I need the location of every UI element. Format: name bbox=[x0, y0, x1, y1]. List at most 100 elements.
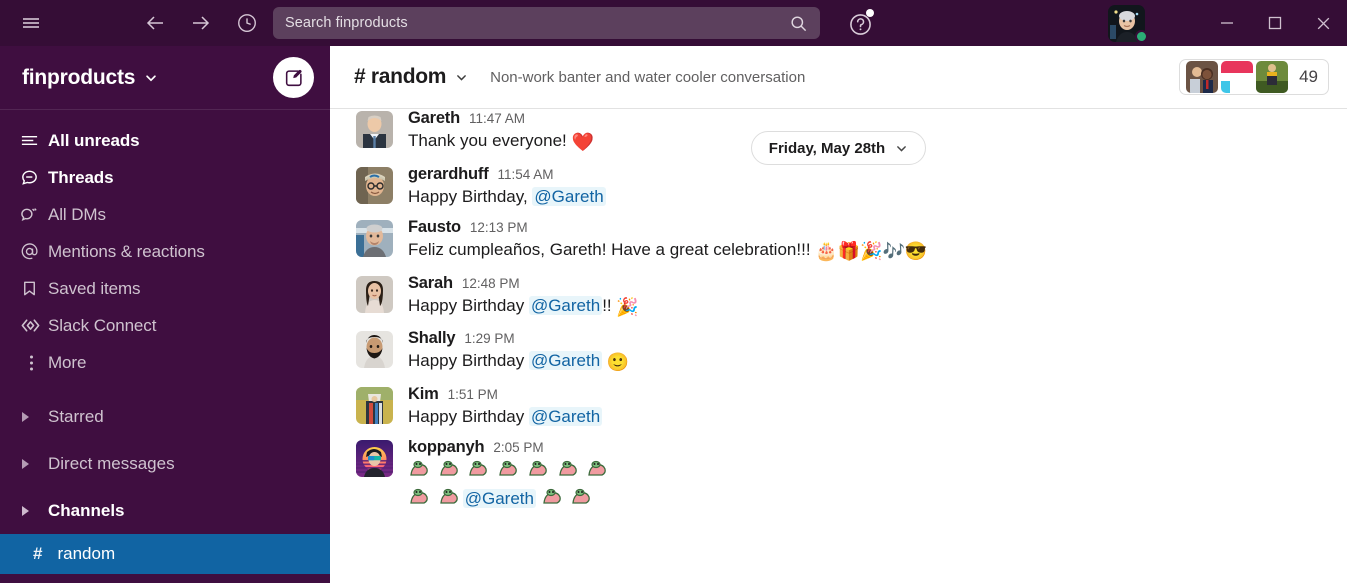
message-author[interactable]: Sarah bbox=[408, 274, 453, 292]
sidebar-section-starred[interactable]: Starred bbox=[0, 393, 330, 440]
sidebar-channel-random[interactable]: # random bbox=[0, 534, 330, 574]
sidebar-channel-label: random bbox=[57, 544, 116, 563]
message-body: Fausto 12:13 PM Feliz cumpleaños, Gareth… bbox=[408, 218, 927, 265]
sidebar-item-all-unreads[interactable]: All unreads bbox=[0, 122, 330, 159]
member-avatar bbox=[1256, 61, 1289, 93]
history-nav-group bbox=[136, 7, 266, 39]
slack-connect-icon bbox=[20, 315, 48, 336]
members-button[interactable]: 49 bbox=[1179, 59, 1329, 95]
custom-emoji bbox=[557, 458, 579, 480]
maximize-button[interactable] bbox=[1251, 0, 1299, 46]
custom-emoji bbox=[438, 458, 460, 480]
message-body: Sarah 12:48 PM Happy Birthday @Gareth!! … bbox=[408, 274, 639, 321]
message-text-content: Happy Birthday, bbox=[408, 186, 533, 206]
message-timestamp[interactable]: 1:29 PM bbox=[464, 331, 514, 347]
message-timestamp[interactable]: 1:51 PM bbox=[448, 387, 498, 403]
message-meta: gerardhuff 11:54 AM bbox=[408, 165, 606, 183]
minimize-button[interactable] bbox=[1203, 0, 1251, 46]
message-timestamp[interactable]: 12:48 PM bbox=[462, 276, 520, 292]
message-text-content: Thank you everyone! bbox=[408, 131, 572, 151]
sidebar-item-more[interactable]: More bbox=[0, 344, 330, 381]
sidebar-section-channels[interactable]: Channels bbox=[0, 487, 330, 534]
hamburger-icon[interactable] bbox=[12, 7, 50, 39]
message-author[interactable]: koppanyh bbox=[408, 438, 485, 456]
workspace-header[interactable]: finproducts bbox=[0, 46, 330, 110]
message-timestamp[interactable]: 11:54 AM bbox=[498, 167, 554, 183]
unreads-icon bbox=[20, 131, 48, 150]
message-timestamp[interactable]: 2:05 PM bbox=[493, 440, 543, 456]
message-body: koppanyh 2:05 PM @Gareth bbox=[408, 438, 611, 510]
chevron-down-icon bbox=[144, 71, 158, 85]
message-avatar[interactable] bbox=[356, 275, 393, 313]
clock-icon[interactable] bbox=[228, 7, 266, 39]
message-meta: Fausto 12:13 PM bbox=[408, 218, 927, 236]
message-text-suffix: !! bbox=[602, 295, 617, 315]
app-body: finproducts All unreads Threads All DMs … bbox=[0, 46, 1347, 583]
channel-topic[interactable]: Non-work banter and water cooler convers… bbox=[490, 69, 805, 86]
chevron-down-icon[interactable] bbox=[455, 71, 468, 84]
date-divider-label: Friday, May 28th bbox=[768, 139, 886, 157]
message-author[interactable]: Kim bbox=[408, 385, 439, 403]
message-avatar[interactable] bbox=[356, 111, 393, 148]
message-timestamp[interactable]: 11:47 AM bbox=[469, 111, 525, 127]
message-text-line2: @Gareth bbox=[408, 486, 611, 511]
message-avatar[interactable] bbox=[356, 219, 393, 257]
message-text bbox=[408, 458, 611, 483]
hash-icon: # bbox=[33, 544, 43, 563]
message-row: Shally 1:29 PM Happy Birthday @Gareth 🙂 bbox=[330, 325, 1347, 381]
message-body: Gareth 11:47 AM Thank you everyone! ❤️ bbox=[408, 109, 594, 156]
custom-emoji bbox=[527, 458, 549, 480]
help-button[interactable] bbox=[845, 9, 875, 39]
message-text: Thank you everyone! ❤️ bbox=[408, 129, 594, 156]
smiley-emoji: 🙂 bbox=[606, 352, 630, 373]
threads-icon bbox=[20, 168, 48, 187]
user-mention[interactable]: @Gareth bbox=[532, 186, 606, 206]
sidebar-sections: Starred Direct messages Channels # rando… bbox=[0, 393, 330, 574]
message-meta: Sarah 12:48 PM bbox=[408, 274, 639, 292]
custom-emoji bbox=[438, 486, 460, 508]
sidebar: finproducts All unreads Threads All DMs … bbox=[0, 46, 330, 583]
close-button[interactable] bbox=[1299, 0, 1347, 46]
sidebar-item-all-dms[interactable]: All DMs bbox=[0, 196, 330, 233]
channel-title[interactable]: # random bbox=[354, 65, 446, 89]
sidebar-item-label: All unreads bbox=[48, 130, 140, 150]
arrow-left-icon[interactable] bbox=[136, 7, 174, 39]
message-author[interactable]: Gareth bbox=[408, 109, 460, 127]
chevron-right-icon bbox=[22, 411, 29, 422]
message-text-content: Happy Birthday bbox=[408, 351, 529, 371]
user-mention[interactable]: @Gareth bbox=[528, 351, 603, 371]
arrow-right-icon[interactable] bbox=[182, 7, 220, 39]
message-timestamp[interactable]: 12:13 PM bbox=[470, 220, 528, 236]
top-bar: Search finproducts bbox=[0, 0, 1347, 46]
user-mention[interactable]: @Gareth bbox=[528, 407, 603, 427]
message-row: koppanyh 2:05 PM @Gareth bbox=[330, 434, 1347, 515]
custom-emoji bbox=[467, 458, 489, 480]
message-avatar[interactable] bbox=[356, 387, 393, 425]
message-avatar[interactable] bbox=[356, 166, 393, 204]
search-input[interactable]: Search finproducts bbox=[273, 7, 820, 39]
message-row: gerardhuff 11:54 AM Happy Birthday, @Gar… bbox=[330, 161, 1347, 214]
message-author[interactable]: gerardhuff bbox=[408, 165, 489, 183]
heart-emoji: ❤️ bbox=[571, 132, 594, 153]
message-author[interactable]: Shally bbox=[408, 329, 456, 347]
sidebar-item-threads[interactable]: Threads bbox=[0, 159, 330, 196]
message-text-content: Happy Birthday bbox=[408, 407, 529, 427]
message-text: Happy Birthday @Gareth bbox=[408, 405, 603, 429]
sidebar-item-slack-connect[interactable]: Slack Connect bbox=[0, 307, 330, 344]
sidebar-section-direct-messages[interactable]: Direct messages bbox=[0, 440, 330, 487]
message-author[interactable]: Fausto bbox=[408, 218, 461, 236]
sidebar-item-mentions-reactions[interactable]: Mentions & reactions bbox=[0, 233, 330, 270]
date-divider-button[interactable]: Friday, May 28th bbox=[750, 131, 927, 165]
sidebar-item-label: All DMs bbox=[48, 204, 106, 224]
message-avatar[interactable] bbox=[356, 440, 393, 478]
message-list[interactable]: Friday, May 28th Gareth 11:47 AM Thank y… bbox=[330, 109, 1347, 583]
user-mention[interactable]: @Gareth bbox=[528, 295, 603, 315]
custom-emoji bbox=[408, 486, 430, 508]
sidebar-item-saved-items[interactable]: Saved items bbox=[0, 270, 330, 307]
help-notification-dot bbox=[866, 9, 874, 17]
user-mention[interactable]: @Gareth bbox=[462, 488, 536, 508]
compose-button[interactable] bbox=[273, 57, 314, 98]
message-avatar[interactable] bbox=[356, 331, 393, 369]
custom-emoji bbox=[408, 458, 430, 480]
search-icon bbox=[789, 14, 808, 33]
